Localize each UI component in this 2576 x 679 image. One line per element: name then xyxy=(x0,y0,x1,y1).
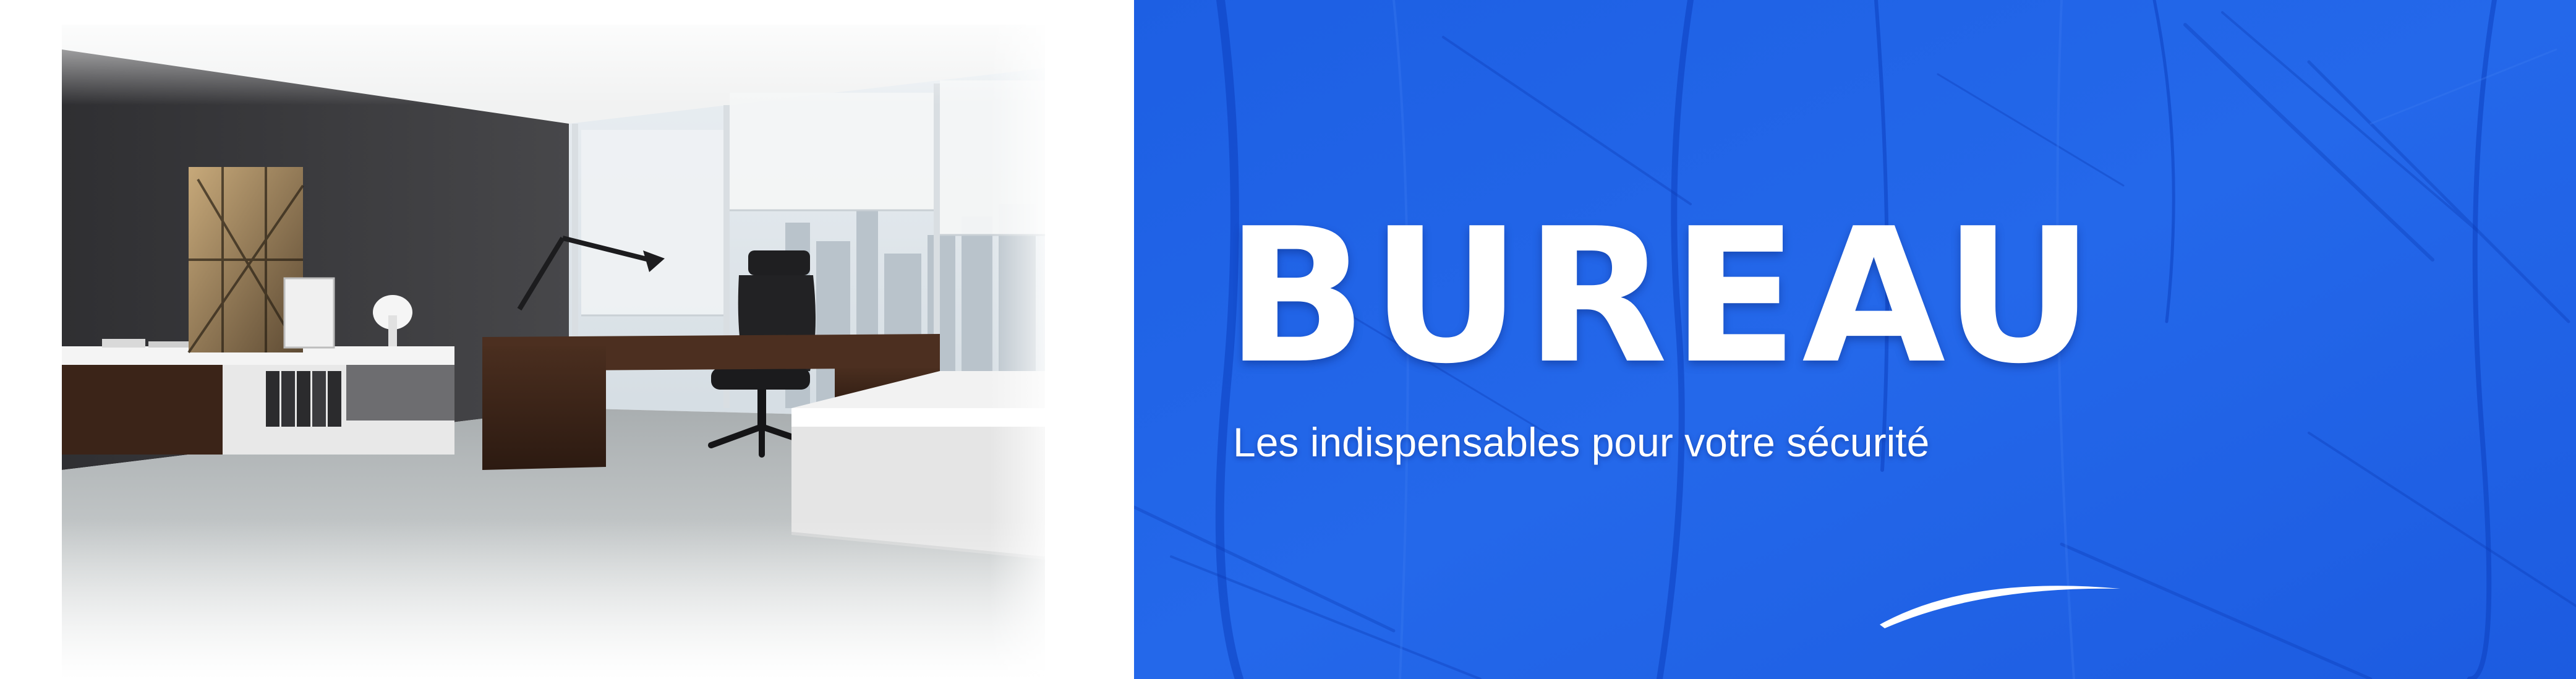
office-photo xyxy=(0,0,1134,679)
swoosh-icon xyxy=(1880,586,2120,628)
headline-title: BUREAU xyxy=(1226,189,2098,404)
office-illustration xyxy=(62,0,1064,679)
headline-panel: BUREAU Les indispensables pour votre séc… xyxy=(1134,0,2576,679)
headline-subtitle: Les indispensables pour votre sécurité xyxy=(1233,419,1930,465)
hero-banner: BUREAU Les indispensables pour votre séc… xyxy=(0,0,2576,679)
